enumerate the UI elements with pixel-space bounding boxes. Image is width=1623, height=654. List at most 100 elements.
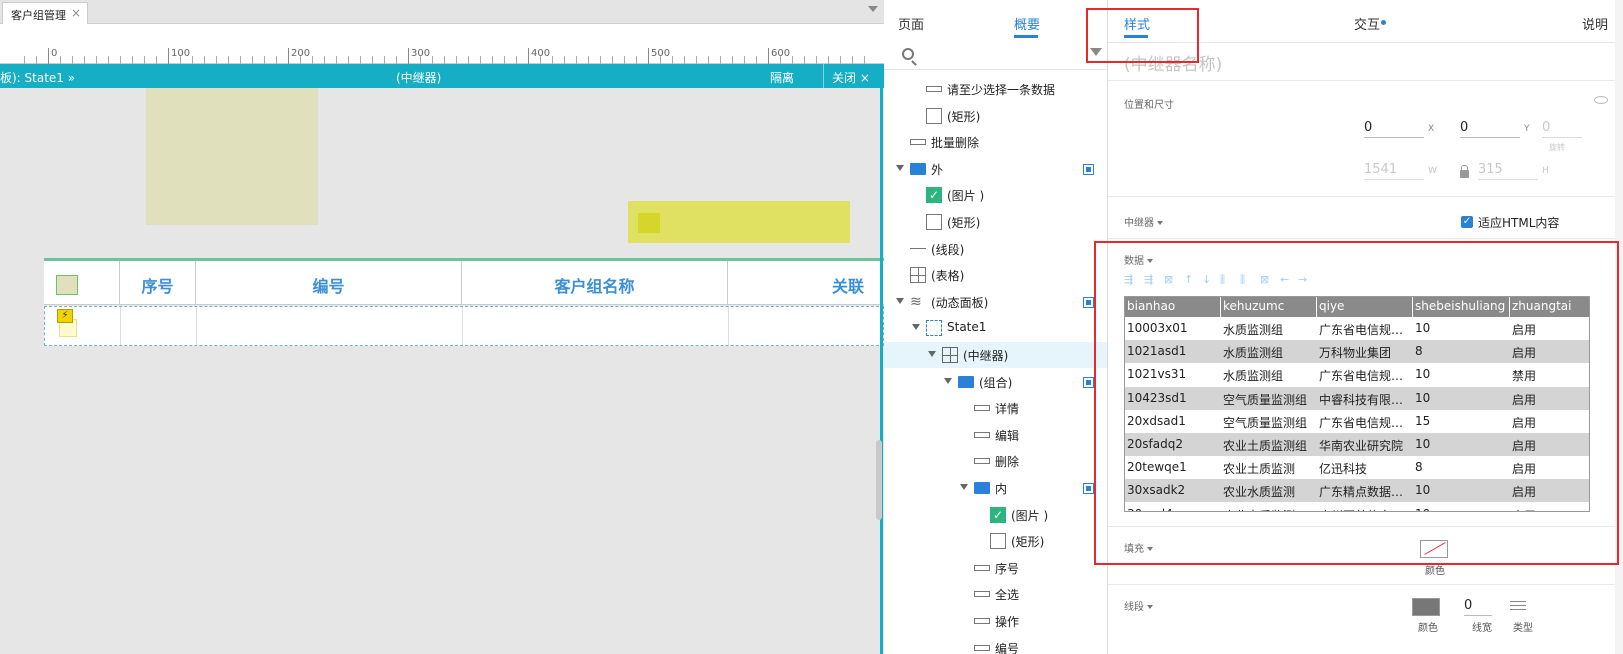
chevron-down-icon[interactable] (868, 6, 878, 12)
outline-item[interactable]: 序号 (884, 555, 1107, 581)
outline-search[interactable] (884, 42, 1107, 70)
outline-item[interactable]: 全选 (884, 581, 1107, 607)
outline-item[interactable]: 操作 (884, 608, 1107, 634)
outline-item[interactable]: 批量删除 (884, 129, 1107, 155)
table-cell[interactable] (197, 307, 463, 345)
outline-item-label: 编号 (995, 641, 1020, 654)
tab-outline[interactable]: 概要 (1014, 14, 1040, 33)
outline-item-label: (矩形) (947, 216, 981, 230)
ruler-tick (636, 56, 637, 64)
outline-item[interactable]: (线段) (884, 236, 1107, 262)
ruler-tick (432, 56, 433, 64)
fit-html-checkbox[interactable]: ✓ (1461, 216, 1473, 228)
width-input[interactable] (1364, 160, 1424, 180)
interaction-bolt-icon[interactable]: ⚡ (57, 309, 79, 339)
placeholder-block[interactable] (146, 88, 318, 225)
outline-item[interactable]: ✓ (图片 ) (884, 502, 1107, 528)
ruler-tick (600, 56, 601, 64)
tab-pages[interactable]: 页面 (898, 14, 924, 33)
isolate-button[interactable]: 隔离 (770, 69, 794, 86)
chevron-down-icon (1157, 221, 1163, 225)
outline-item[interactable]: (表格) (884, 262, 1107, 288)
expand-arrow-icon[interactable] (960, 484, 968, 490)
visibility-icon[interactable] (1083, 163, 1094, 175)
outline-item[interactable]: (矩形) (884, 528, 1107, 554)
ruler-tick (528, 48, 529, 64)
repeater-section-title[interactable]: 中继器 (1124, 214, 1163, 229)
ruler-tick (336, 56, 337, 64)
outline-item[interactable]: (组合) (884, 369, 1107, 395)
expand-arrow-icon[interactable] (944, 377, 952, 384)
close-icon[interactable]: × (71, 6, 81, 20)
canvas-table-header[interactable]: 序号 编号 客户组名称 关联 (44, 261, 884, 305)
outline-item[interactable]: ≋ (动态面板) (884, 289, 1107, 315)
stroke-section-title[interactable]: 线段 (1124, 598, 1153, 613)
ruler-tick (588, 56, 589, 64)
stroke-width-input[interactable] (1464, 596, 1492, 616)
x-unit-label: X (1428, 124, 1435, 134)
outline-item-label: 批量删除 (931, 136, 980, 151)
tab-interactions[interactable]: 交互 (1354, 14, 1380, 33)
ruler-tick (252, 56, 253, 64)
table-cell[interactable] (121, 307, 197, 345)
y-input[interactable] (1460, 118, 1520, 138)
stroke-type-label: 类型 (1513, 623, 1533, 634)
close-context-button[interactable]: 关闭 × (832, 69, 870, 86)
stroke-type-icon[interactable] (1510, 600, 1526, 610)
ruler-tick (264, 56, 265, 64)
height-input[interactable] (1478, 160, 1538, 180)
rotation-input[interactable] (1542, 118, 1582, 138)
eye-icon[interactable] (1594, 96, 1608, 104)
outline-item-label: 详情 (995, 402, 1020, 417)
design-canvas[interactable]: 序号 编号 客户组名称 关联 ⚡ (0, 88, 884, 654)
ruler-tick (156, 56, 157, 64)
ruler-tick (348, 56, 349, 64)
visibility-icon[interactable] (1083, 376, 1094, 388)
outline-item[interactable]: 外 (884, 156, 1107, 182)
document-tab[interactable]: 客户组管理 × (2, 2, 88, 24)
ruler-tick (804, 56, 805, 64)
select-all-cell[interactable] (44, 261, 120, 305)
outline-item-label: (表格) (931, 269, 965, 284)
expand-arrow-icon[interactable] (928, 351, 936, 357)
ruler-tick (72, 56, 73, 64)
expand-arrow-icon[interactable] (896, 297, 904, 304)
x-input[interactable] (1364, 118, 1424, 138)
context-bar: 板): State1 » (中继器) 隔离 关闭 × (0, 64, 884, 88)
expand-arrow-icon[interactable] (912, 324, 920, 331)
table-cell[interactable]: ⚡ (45, 307, 121, 345)
outline-item[interactable]: 删除 (884, 448, 1107, 474)
table-cell[interactable] (463, 307, 729, 345)
stroke-color-swatch[interactable] (1412, 598, 1440, 616)
text-widget-icon (974, 431, 990, 438)
outline-item[interactable]: 编号 (884, 635, 1107, 654)
outline-item[interactable]: ✓ (图片 ) (884, 182, 1107, 208)
yellow-block[interactable] (628, 201, 850, 243)
visibility-icon[interactable] (1083, 483, 1094, 494)
tab-notes[interactable]: 说明 (1582, 14, 1608, 33)
outline-item[interactable]: (中继器) (884, 342, 1107, 368)
header-code: 编号 (196, 261, 462, 305)
outline-item[interactable]: 详情 (884, 395, 1107, 421)
outline-item[interactable]: (矩形) (884, 209, 1107, 235)
state-breadcrumb[interactable]: 板): State1 » (0, 69, 75, 86)
lock-icon[interactable] (1460, 165, 1469, 178)
expand-arrow-icon[interactable] (896, 164, 904, 171)
select-all-checkbox[interactable] (56, 275, 78, 295)
repeater-row[interactable]: ⚡ (44, 306, 884, 346)
canvas-scrollbar[interactable] (876, 440, 882, 520)
outline-item[interactable]: 内 (884, 475, 1107, 501)
outline-item[interactable]: 编辑 (884, 422, 1107, 448)
outline-item-label: (中继器) (963, 349, 1009, 363)
visibility-icon[interactable] (1083, 296, 1094, 308)
outline-item[interactable]: State1 (884, 315, 1107, 341)
ruler-tick (120, 56, 121, 64)
search-icon[interactable] (902, 48, 914, 60)
ruler-tick (60, 56, 61, 64)
ruler-tick (468, 56, 469, 64)
outline-item[interactable]: 请至少选择一条数据 (884, 76, 1107, 102)
table-icon (910, 267, 926, 284)
outline-item[interactable]: (矩形) (884, 103, 1107, 129)
ruler-tick (576, 56, 577, 64)
ruler-tick (240, 56, 241, 64)
